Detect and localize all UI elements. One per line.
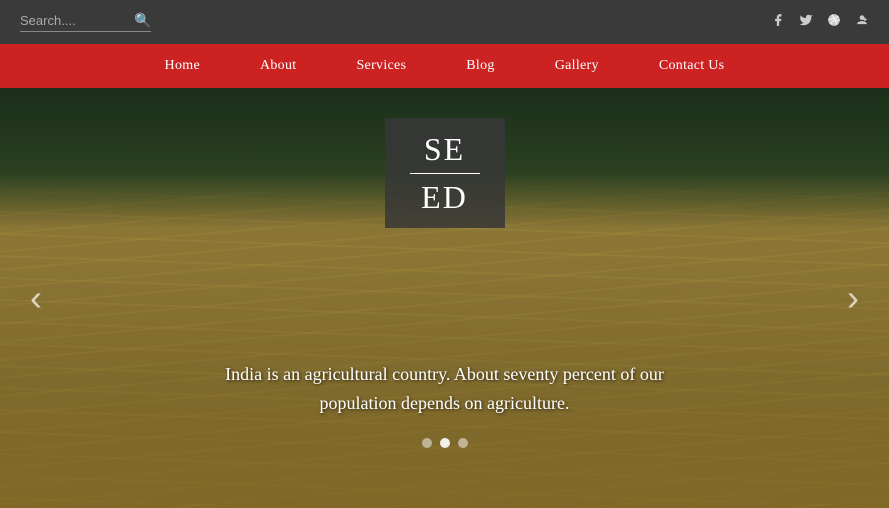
next-arrow[interactable]: ›	[837, 267, 869, 329]
logo-line2: ED	[421, 178, 468, 216]
search-button[interactable]: 🔍	[134, 12, 151, 29]
slide-text: India is an agricultural country. About …	[195, 360, 695, 418]
logo-divider	[410, 173, 480, 174]
carousel-dots	[422, 438, 468, 448]
dot-3[interactable]	[458, 438, 468, 448]
logo-line1: SE	[424, 130, 465, 168]
nav-services[interactable]: Services	[356, 58, 406, 74]
nav-about[interactable]: About	[260, 58, 297, 74]
search-wrapper: 🔍	[20, 12, 151, 32]
dribbble-icon[interactable]	[827, 13, 841, 32]
nav-gallery[interactable]: Gallery	[555, 58, 599, 74]
dot-1[interactable]	[422, 438, 432, 448]
dot-2[interactable]	[440, 438, 450, 448]
twitter-icon[interactable]	[799, 13, 813, 32]
facebook-icon[interactable]	[771, 13, 785, 32]
nav-contact[interactable]: Contact Us	[659, 58, 725, 74]
social-icons	[771, 13, 869, 32]
google-plus-icon[interactable]	[855, 13, 869, 32]
top-bar: 🔍	[0, 0, 889, 44]
search-icon: 🔍	[134, 12, 151, 28]
nav-home[interactable]: Home	[165, 58, 200, 74]
hero-section: SE ED India is an agricultural country. …	[0, 88, 889, 508]
prev-arrow[interactable]: ‹	[20, 267, 52, 329]
search-input[interactable]	[20, 13, 130, 28]
logo-box: SE ED	[385, 118, 505, 228]
nav-blog[interactable]: Blog	[466, 58, 494, 74]
nav-bar: Home About Services Blog Gallery Contact…	[0, 44, 889, 88]
